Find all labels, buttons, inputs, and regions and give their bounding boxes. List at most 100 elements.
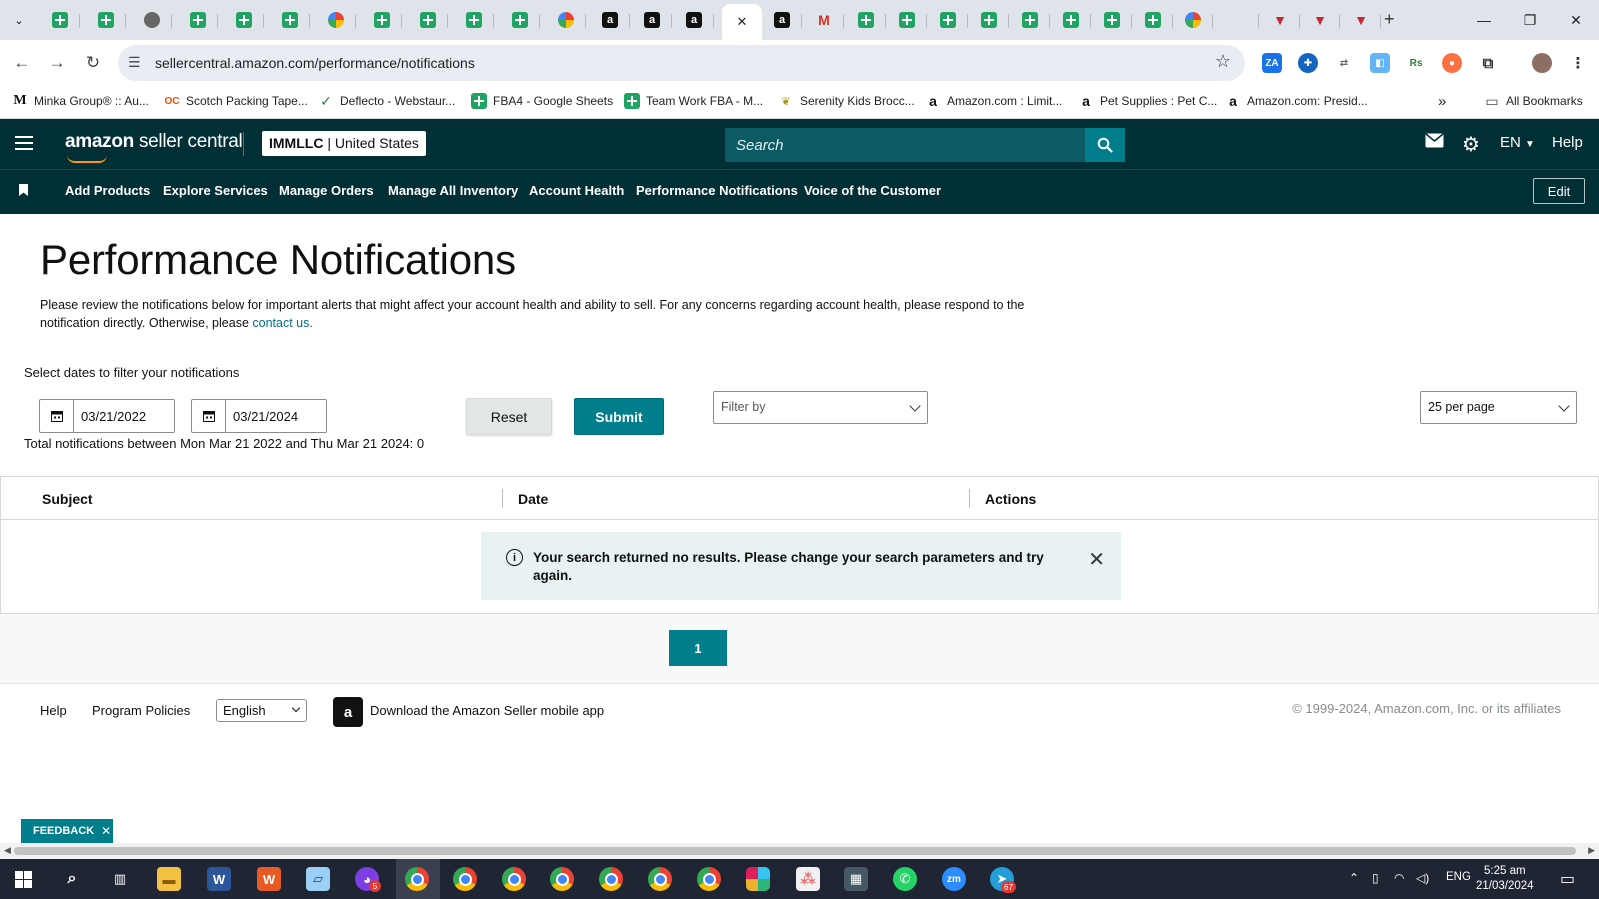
filter-by-dropdown[interactable]: Filter by bbox=[713, 391, 928, 424]
extension-rs-icon[interactable]: Rs bbox=[1406, 53, 1426, 73]
browser-tab[interactable]: a bbox=[674, 6, 714, 34]
search-button[interactable] bbox=[1085, 128, 1125, 162]
browser-tab[interactable]: ▼ bbox=[1300, 6, 1340, 34]
bookmark-item[interactable]: FBA4 - Google Sheets bbox=[471, 93, 613, 109]
new-tab-plus-icon[interactable]: + bbox=[1384, 9, 1395, 30]
start-date-input[interactable] bbox=[74, 400, 174, 432]
download-app-link[interactable]: Download the Amazon Seller mobile app bbox=[370, 703, 604, 718]
chrome-icon[interactable] bbox=[405, 867, 429, 891]
browser-tab[interactable] bbox=[408, 6, 448, 34]
windows-start-icon[interactable] bbox=[11, 867, 35, 891]
all-bookmarks-button[interactable]: ▭ All Bookmarks bbox=[1484, 93, 1582, 109]
bookmark-flag-icon[interactable] bbox=[19, 184, 28, 196]
bookmark-item[interactable]: ❦ Serenity Kids Brocc... bbox=[778, 93, 914, 109]
slack-icon[interactable] bbox=[746, 867, 770, 891]
nav-account-health[interactable]: Account Health bbox=[529, 183, 624, 198]
account-switcher[interactable]: IMMLLC | United States bbox=[262, 131, 426, 156]
browser-tab[interactable] bbox=[1051, 6, 1091, 34]
hamburger-menu-icon[interactable] bbox=[15, 136, 33, 150]
chrome-icon[interactable] bbox=[697, 867, 721, 891]
browser-tab[interactable] bbox=[40, 6, 80, 34]
browser-tab[interactable] bbox=[86, 6, 126, 34]
browser-tab[interactable] bbox=[270, 6, 310, 34]
browser-tab[interactable] bbox=[1092, 6, 1132, 34]
address-bar[interactable]: ☰ sellercentral.amazon.com/performance/n… bbox=[118, 45, 1245, 81]
edit-nav-button[interactable]: Edit bbox=[1533, 178, 1585, 204]
end-date-input[interactable] bbox=[226, 400, 326, 432]
mail-icon[interactable] bbox=[1425, 133, 1444, 152]
extension-zba-icon[interactable]: ZA bbox=[1262, 53, 1282, 73]
browser-tab[interactable] bbox=[969, 6, 1009, 34]
close-tab-icon[interactable]: ✕ bbox=[737, 14, 748, 30]
calculator-icon[interactable]: ▦ bbox=[844, 867, 868, 891]
bookmark-item[interactable]: a Pet Supplies : Pet C... bbox=[1078, 93, 1217, 109]
bookmarks-overflow-icon[interactable]: » bbox=[1438, 93, 1446, 110]
bookmark-star-icon[interactable]: ☆ bbox=[1215, 51, 1231, 72]
browser-tab[interactable] bbox=[1219, 6, 1259, 34]
browser-tab[interactable] bbox=[846, 6, 886, 34]
column-date[interactable]: Date bbox=[518, 491, 548, 507]
tray-chevron-icon[interactable]: ⌃ bbox=[1349, 871, 1359, 885]
browser-tab[interactable] bbox=[1173, 6, 1213, 34]
page-1-button[interactable]: 1 bbox=[669, 630, 727, 666]
nav-explore-services[interactable]: Explore Services bbox=[163, 183, 268, 198]
extension-plus-icon[interactable]: ✚ bbox=[1298, 53, 1318, 73]
settings-gear-icon[interactable]: ⚙ bbox=[1462, 132, 1480, 157]
browser-tab[interactable]: ▼ bbox=[1260, 6, 1300, 34]
back-arrow-icon[interactable]: ← bbox=[9, 50, 35, 76]
seller-central-logo[interactable]: amazon seller central bbox=[65, 131, 243, 163]
language-selector[interactable]: EN ▼ bbox=[1500, 134, 1535, 151]
browser-tab[interactable] bbox=[500, 6, 540, 34]
volume-icon[interactable]: ◁) bbox=[1416, 871, 1429, 885]
taskbar-search-icon[interactable]: ⌕ bbox=[60, 867, 84, 891]
bookmark-item[interactable]: M Minka Group® :: Au... bbox=[12, 93, 149, 109]
reload-icon[interactable]: ↻ bbox=[80, 50, 106, 76]
amazon-app-icon[interactable]: a bbox=[333, 697, 363, 727]
taskbar-clock[interactable]: 5:25 am 21/03/2024 bbox=[1476, 864, 1534, 894]
chrome-icon[interactable] bbox=[502, 867, 526, 891]
zoom-icon[interactable]: zm bbox=[942, 867, 966, 891]
active-tab[interactable]: ✕ bbox=[722, 4, 762, 40]
restore-icon[interactable]: ❐ bbox=[1507, 0, 1553, 40]
footer-help-link[interactable]: Help bbox=[40, 703, 67, 718]
browser-tab[interactable]: a bbox=[632, 6, 672, 34]
bookmark-item[interactable]: ✓ Deflecto - Webstaur... bbox=[318, 93, 455, 109]
calendar-icon[interactable] bbox=[40, 400, 74, 432]
browser-menu-icon[interactable]: ⋮ bbox=[1568, 53, 1588, 73]
reset-button[interactable]: Reset bbox=[466, 398, 552, 435]
browser-tab[interactable] bbox=[928, 6, 968, 34]
browser-tab[interactable] bbox=[887, 6, 927, 34]
browser-tab[interactable] bbox=[454, 6, 494, 34]
footer-program-policies-link[interactable]: Program Policies bbox=[92, 703, 190, 718]
browser-tab[interactable]: a bbox=[762, 6, 802, 34]
browser-tab[interactable] bbox=[362, 6, 402, 34]
browser-tab[interactable] bbox=[132, 6, 172, 34]
browser-tab[interactable] bbox=[1010, 6, 1050, 34]
footer-language-select[interactable]: English bbox=[216, 699, 307, 722]
scrollbar-thumb[interactable] bbox=[14, 847, 1576, 855]
browser-tab[interactable] bbox=[1133, 6, 1173, 34]
chrome-icon[interactable] bbox=[453, 867, 477, 891]
browser-tab[interactable] bbox=[178, 6, 218, 34]
bookmark-item[interactable]: a Amazon.com: Presid... bbox=[1225, 93, 1368, 109]
battery-icon[interactable]: ▯ bbox=[1372, 871, 1379, 885]
close-window-icon[interactable]: ✕ bbox=[1553, 0, 1599, 40]
chrome-icon[interactable] bbox=[599, 867, 623, 891]
horizontal-scrollbar[interactable]: ◀ ▶ bbox=[0, 843, 1599, 859]
notifications-icon[interactable]: ▭ bbox=[1560, 869, 1575, 889]
scroll-right-arrow-icon[interactable]: ▶ bbox=[1588, 845, 1595, 856]
minimize-icon[interactable]: — bbox=[1461, 0, 1507, 40]
site-info-icon[interactable]: ☰ bbox=[128, 54, 141, 71]
profile-avatar[interactable] bbox=[1532, 53, 1552, 73]
browser-tab[interactable] bbox=[224, 6, 264, 34]
bookmark-item[interactable]: Team Work FBA - M... bbox=[624, 93, 763, 109]
extension-orange-icon[interactable]: ● bbox=[1442, 53, 1462, 73]
chrome-icon[interactable] bbox=[648, 867, 672, 891]
forward-arrow-icon[interactable]: → bbox=[44, 50, 70, 76]
file-explorer-icon[interactable]: ▬ bbox=[157, 867, 181, 891]
browser-tab[interactable]: M bbox=[804, 6, 844, 34]
asana-icon[interactable]: ⁂ bbox=[796, 867, 820, 891]
nav-manage-orders[interactable]: Manage Orders bbox=[279, 183, 374, 198]
input-language[interactable]: ENG bbox=[1446, 871, 1471, 883]
browser-tab[interactable]: a bbox=[590, 6, 630, 34]
